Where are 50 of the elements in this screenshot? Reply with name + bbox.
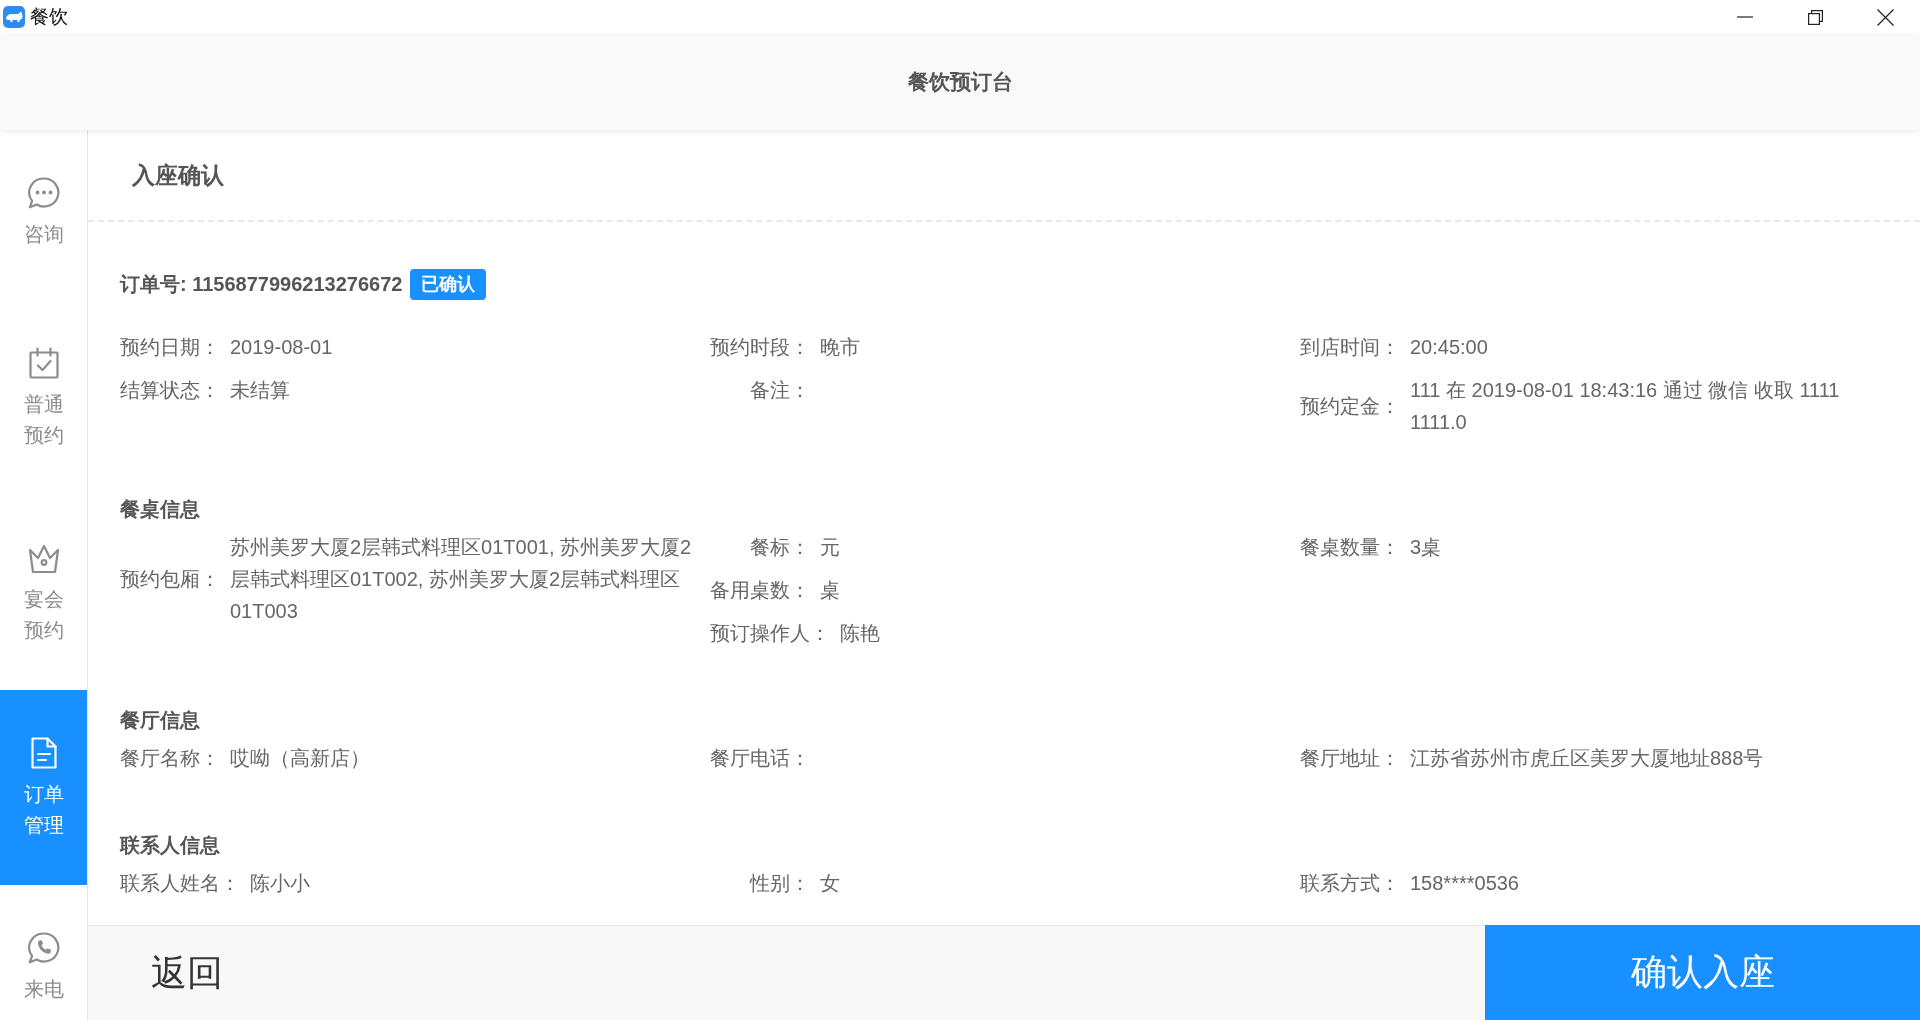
phone-bubble-icon (26, 931, 61, 965)
field-value: 女 (820, 871, 841, 896)
section-heading: 餐桌信息 (120, 497, 201, 522)
status-badge: 已确认 (410, 268, 487, 300)
field-value: 苏州美罗大厦2层韩式料理区01T001, 苏州美罗大厦2层韩式料理区01T002, 苏州美罗大厦2层韩式料理区01T003 (230, 535, 693, 624)
field-label: 预约时段： (710, 335, 810, 360)
field-label: 预约包厢： (120, 567, 220, 592)
chat-bubble-icon (26, 176, 61, 210)
app-logo-icon (3, 6, 25, 28)
field-value: 未结算 (230, 378, 291, 403)
restore-icon (1807, 9, 1823, 25)
field-label: 性别： (748, 871, 810, 896)
close-icon (1876, 8, 1894, 26)
field-label: 餐厅名称： (120, 746, 220, 771)
field-value: 元 (820, 535, 841, 560)
page-title: 入座确认 (132, 160, 224, 190)
confirm-seating-button[interactable]: 确认入座 (1485, 925, 1920, 1020)
field-label: 联系人姓名： (120, 871, 240, 896)
field-label: 备用桌数： (710, 578, 810, 603)
calendar-check-icon (26, 346, 61, 380)
field-label: 餐桌数量： (1300, 535, 1400, 560)
field-label: 到店时间： (1300, 335, 1400, 360)
header-title: 餐饮预订台 (907, 69, 1013, 95)
field-value: 111 在 2019-08-01 18:43:16 通过 微信 收取 1111 1111.0 (1410, 378, 1841, 435)
field-label: 餐厅电话： (710, 746, 810, 771)
field-label: 结算状态： (120, 378, 220, 403)
field-label: 备注： (749, 378, 810, 403)
field-value: 陈小小 (250, 871, 311, 896)
field-label: 预订操作人： (710, 621, 830, 646)
field-label: 餐厅地址： (1300, 746, 1400, 771)
window-title: 餐饮 (30, 5, 68, 29)
field-value: 江苏省苏州市虎丘区美罗大厦地址888号 (1410, 746, 1765, 771)
field-value: 158****0536 (1410, 871, 1520, 896)
field-value: 哎呦（高新店） (230, 746, 371, 771)
sidebar-item[interactable]: 订单管理 (0, 690, 87, 885)
section-heading: 餐厅信息 (120, 708, 201, 733)
order-number: 订单号: 1156877996213276672 (120, 272, 403, 297)
field-label: 餐标： (749, 535, 810, 560)
field-value: 晚市 (820, 335, 861, 360)
field-label: 联系方式： (1300, 871, 1400, 896)
field-label: 预约定金： (1300, 394, 1400, 419)
field-label: 预约日期： (120, 335, 220, 360)
field-value: 3桌 (1410, 535, 1443, 560)
section-heading: 联系人信息 (120, 833, 221, 858)
field-value: 2019-08-01 (230, 335, 334, 360)
field-value: 陈艳 (840, 621, 881, 646)
back-button[interactable]: 返回 (88, 925, 1485, 1020)
field-value: 20:45:00 (1410, 335, 1489, 360)
minimize-icon (1737, 16, 1753, 18)
field-value: 桌 (820, 578, 841, 603)
